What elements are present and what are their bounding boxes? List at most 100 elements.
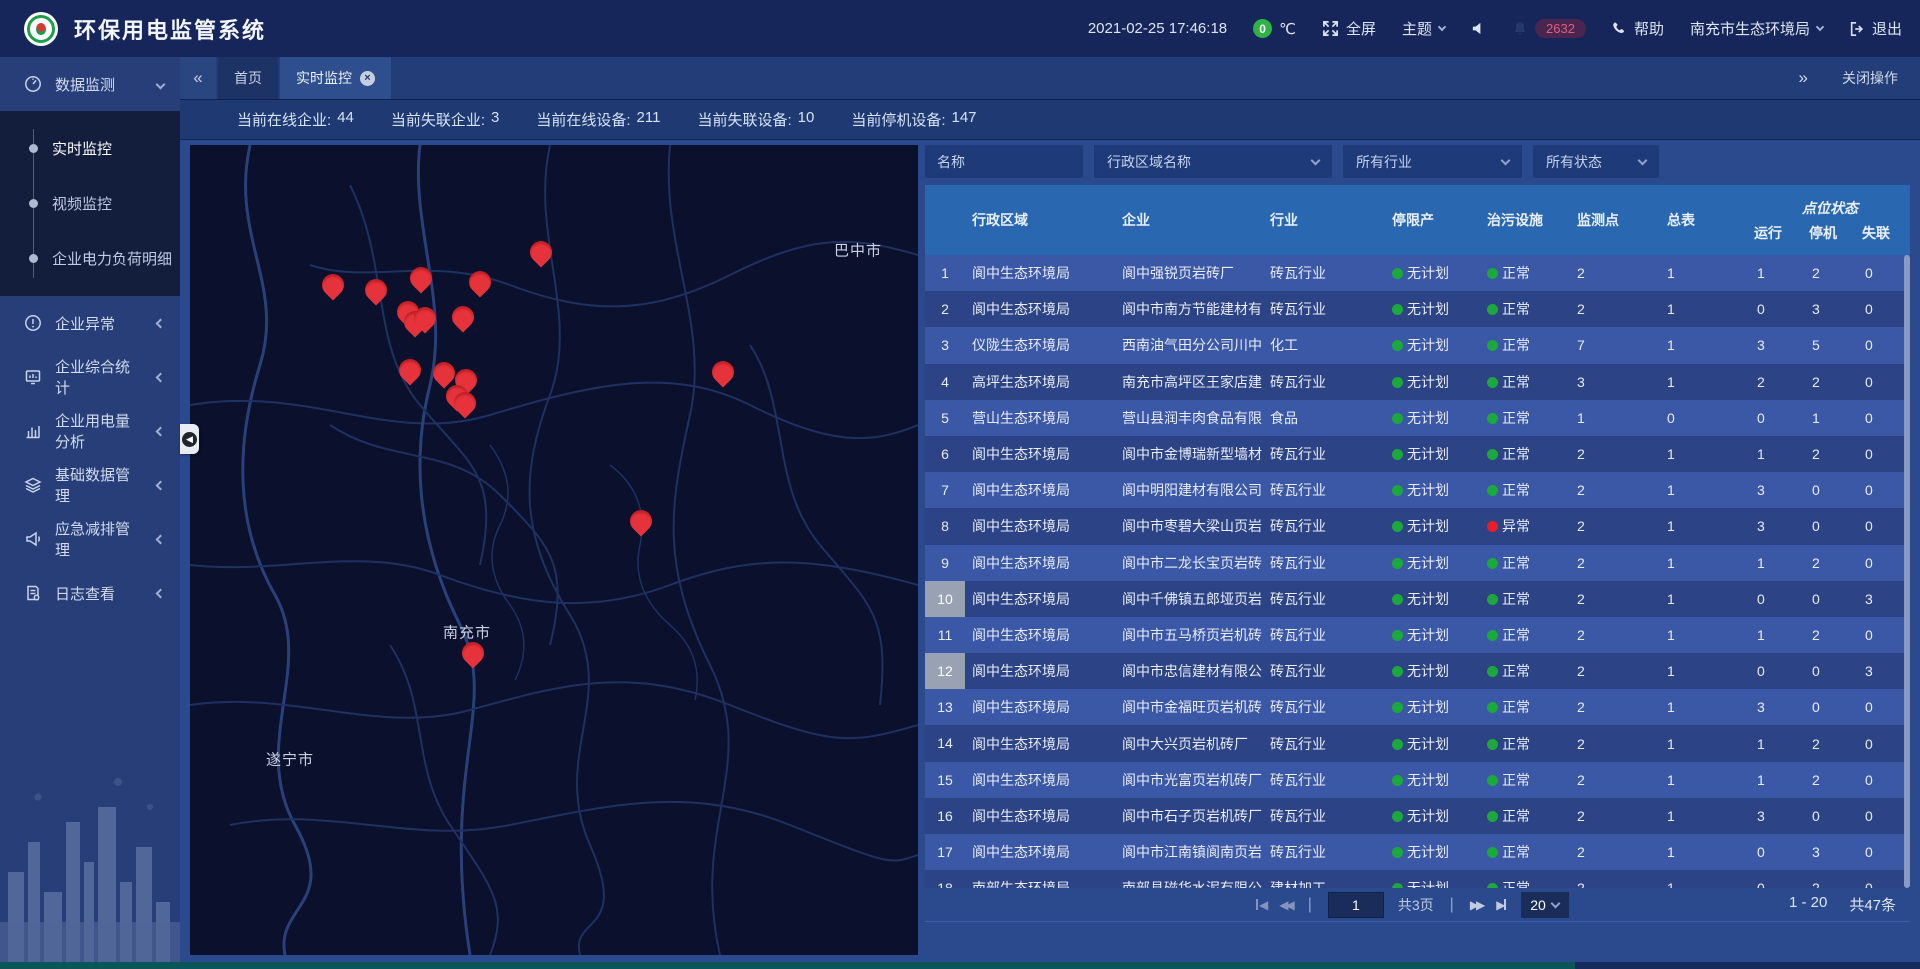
help-button[interactable]: 帮助 [1612, 18, 1664, 39]
sidebar-item-emergency[interactable]: 应急减排管理 [0, 512, 180, 566]
row-index: 15 [925, 762, 965, 798]
table-row[interactable]: 16 阆中生态环境局 阆中市石子页岩机砖厂 砖瓦行业 无计划 正常 2 1 3 … [925, 798, 1910, 834]
cell-stop-status: 无计划 [1385, 408, 1480, 428]
table-scrollbar[interactable] [1904, 255, 1910, 888]
next-page-button[interactable]: ▶▶ [1470, 898, 1482, 912]
status-dot [1392, 449, 1403, 460]
cell-meter: 1 [1660, 844, 1750, 860]
map-marker-pin[interactable] [433, 362, 455, 384]
map-marker-pin[interactable] [530, 241, 552, 263]
row-index: 7 [925, 472, 965, 508]
prev-page-button[interactable]: ◀◀ [1279, 898, 1291, 912]
map-marker-pin[interactable] [454, 392, 476, 414]
map-marker-pin[interactable] [365, 279, 387, 301]
row-index: 17 [925, 834, 965, 870]
close-operations-dropdown[interactable]: 关闭操作 [1842, 68, 1898, 88]
fullscreen-button[interactable]: 全屏 [1322, 18, 1376, 39]
status-filter-select[interactable]: 所有状态 [1533, 145, 1659, 178]
cell-facility-status: 正常 [1480, 878, 1570, 888]
row-index: 2 [925, 291, 965, 327]
sidebar-item-logs[interactable]: 日志查看 [0, 566, 180, 620]
col-point-status-group: 点位状态 运行 停机 失联 [1750, 185, 1910, 255]
table-row[interactable]: 17 阆中生态环境局 阆中市江南镇阆南页岩 砖瓦行业 无计划 正常 2 1 0 … [925, 834, 1910, 870]
sidebar-item-power-analysis[interactable]: 企业用电量分析 [0, 404, 180, 458]
page-number-input[interactable] [1328, 892, 1384, 918]
cell-industry: 砖瓦行业 [1263, 444, 1385, 464]
industry-filter-select[interactable]: 所有行业 [1343, 145, 1522, 178]
sidebar-item-base-data[interactable]: 基础数据管理 [0, 458, 180, 512]
cell-lost: 0 [1858, 518, 1910, 534]
cell-halt: 2 [1805, 265, 1858, 281]
table-row[interactable]: 3 仪陇生态环境局 西南油气田分公司川中 化工 无计划 正常 7 1 3 5 0 [925, 327, 1910, 363]
mute-button[interactable] [1471, 21, 1486, 36]
map-marker-pin[interactable] [452, 306, 474, 328]
cell-lost: 0 [1858, 265, 1910, 281]
first-page-button[interactable]: ◀ [1255, 898, 1265, 912]
cell-region: 高坪生态环境局 [965, 372, 1115, 392]
map-marker-pin[interactable] [462, 642, 484, 664]
page-size-select[interactable]: 20 [1521, 892, 1569, 918]
table-row[interactable]: 1 阆中生态环境局 阆中强锐页岩砖厂 砖瓦行业 无计划 正常 2 1 1 2 0 [925, 255, 1910, 291]
tab-realtime-monitor[interactable]: 实时监控 × [280, 57, 391, 99]
table-row[interactable]: 8 阆中生态环境局 阆中市枣碧大梁山页岩 砖瓦行业 无计划 异常 2 1 3 0… [925, 508, 1910, 544]
sidebar-item-company-stats[interactable]: 企业综合统计 [0, 350, 180, 404]
cell-lost: 3 [1858, 591, 1910, 607]
table-row[interactable]: 11 阆中生态环境局 阆中市五马桥页岩机砖 砖瓦行业 无计划 正常 2 1 1 … [925, 617, 1910, 653]
table-row[interactable]: 9 阆中生态环境局 阆中市二龙长宝页岩砖 砖瓦行业 无计划 正常 2 1 1 2… [925, 545, 1910, 581]
table-row[interactable]: 10 阆中生态环境局 阆中千佛镇五郎垭页岩 砖瓦行业 无计划 正常 2 1 0 … [925, 581, 1910, 617]
map-panel[interactable]: 巴中市 南充市 遂宁市 [190, 145, 918, 955]
sidebar-item-data-monitor[interactable]: 数据监测 [0, 57, 180, 111]
table-row[interactable]: 7 阆中生态环境局 阆中明阳建材有限公司 砖瓦行业 无计划 正常 2 1 3 0… [925, 472, 1910, 508]
map-marker-pin[interactable] [410, 267, 432, 289]
map-marker-pin[interactable] [712, 361, 734, 383]
cell-company: 阆中市五马桥页岩机砖 [1115, 625, 1263, 645]
skyline-decoration [0, 752, 180, 962]
org-dropdown[interactable]: 南充市生态环境局 [1690, 18, 1823, 39]
name-filter-input[interactable] [925, 145, 1083, 178]
table-row[interactable]: 2 阆中生态环境局 阆中市南方节能建材有 砖瓦行业 无计划 正常 2 1 0 3… [925, 291, 1910, 327]
table-row[interactable]: 4 高坪生态环境局 南充市高坪区王家店建 砖瓦行业 无计划 正常 3 1 2 2… [925, 364, 1910, 400]
table-row[interactable]: 15 阆中生态环境局 阆中市光富页岩机砖厂 砖瓦行业 无计划 正常 2 1 1 … [925, 762, 1910, 798]
sidebar-item-company-abnormal[interactable]: 企业异常 [0, 296, 180, 350]
cell-halt: 2 [1805, 627, 1858, 643]
table-row[interactable]: 6 阆中生态环境局 阆中市金博瑞新型墙材 砖瓦行业 无计划 正常 2 1 1 2… [925, 436, 1910, 472]
tab-home[interactable]: 首页 [218, 57, 278, 99]
tabs-scroll-right-button[interactable]: » [1799, 68, 1808, 88]
row-index: 16 [925, 798, 965, 834]
sidebar-subitem[interactable]: 企业电力负荷明细 [0, 231, 180, 286]
cell-halt: 0 [1805, 808, 1858, 824]
row-index: 6 [925, 436, 965, 472]
cell-stop-status: 无计划 [1385, 661, 1480, 681]
last-page-button[interactable]: ▶ [1496, 898, 1506, 912]
theme-dropdown[interactable]: 主题 [1402, 18, 1445, 39]
stat-item: 当前在线企业: 44 [237, 109, 354, 130]
map-marker-pin[interactable] [469, 271, 491, 293]
map-marker-pin[interactable] [322, 274, 344, 296]
table-row[interactable]: 14 阆中生态环境局 阆中大兴页岩机砖厂 砖瓦行业 无计划 正常 2 1 1 2… [925, 725, 1910, 761]
tabs-scroll-left-button[interactable]: « [180, 57, 216, 99]
sidebar-subitem[interactable]: 视频监控 [0, 176, 180, 231]
sidebar-collapse-handle[interactable]: ◀ [180, 424, 199, 454]
table-row[interactable]: 18 南部生态环境局 南部县磁华水泥有限公 建材加工 无计划 正常 2 1 0 … [925, 870, 1910, 888]
chevron-left-icon [156, 318, 166, 328]
cell-industry: 砖瓦行业 [1263, 516, 1385, 536]
chevron-left-icon [156, 426, 166, 436]
chevron-down-icon [1438, 23, 1446, 31]
cell-region: 营山生态环境局 [965, 408, 1115, 428]
cell-halt: 5 [1805, 337, 1858, 353]
map-marker-pin[interactable] [414, 307, 436, 329]
notifications[interactable]: 2632 [1512, 19, 1586, 38]
close-tab-icon[interactable]: × [360, 71, 375, 86]
row-index: 3 [925, 327, 965, 363]
map-marker-pin[interactable] [399, 359, 421, 381]
range-label: 1 - 20 [1789, 894, 1827, 915]
table-row[interactable]: 13 阆中生态环境局 阆中市金福旺页岩机砖 砖瓦行业 无计划 正常 2 1 3 … [925, 689, 1910, 725]
chevron-down-icon [156, 79, 166, 89]
table-row[interactable]: 5 营山生态环境局 营山县润丰肉食品有限 食品 无计划 正常 1 0 0 1 0 [925, 400, 1910, 436]
table-row[interactable]: 12 阆中生态环境局 阆中市忠信建材有限公 砖瓦行业 无计划 正常 2 1 0 … [925, 653, 1910, 689]
cell-run: 3 [1750, 699, 1805, 715]
region-filter-select[interactable]: 行政区域名称 [1094, 145, 1332, 178]
sidebar-subitem[interactable]: 实时监控 [0, 121, 180, 176]
logout-button[interactable]: 退出 [1849, 18, 1902, 39]
map-marker-pin[interactable] [630, 510, 652, 532]
